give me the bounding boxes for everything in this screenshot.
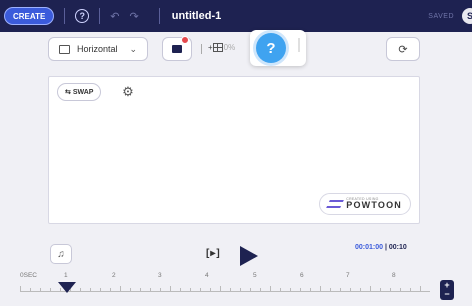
tick-label: 2 <box>112 272 116 279</box>
ruler-tick <box>320 286 321 291</box>
ruler-tick <box>150 288 151 291</box>
slide-canvas[interactable]: ⇆ SWAP ⚙ CREATED USING POWTOON <box>48 76 420 224</box>
help-popover: ? <box>250 30 306 66</box>
zoom-control[interactable]: + 0% <box>208 43 235 52</box>
total-time: 00:10 <box>388 244 407 251</box>
divider <box>298 38 300 52</box>
record-button[interactable] <box>162 36 192 61</box>
ruler-tick <box>170 286 171 291</box>
redo-icon[interactable]: ↷ <box>130 10 139 23</box>
ruler-tick <box>200 288 201 291</box>
ruler-tick <box>310 288 311 291</box>
ruler-tick <box>90 288 91 291</box>
notification-badge <box>181 36 189 44</box>
powtoon-logo-icon <box>326 200 345 208</box>
tick-label: 0SEC <box>20 272 37 279</box>
avatar[interactable]: S <box>462 8 472 24</box>
saved-status: SAVED <box>428 12 454 20</box>
ruler-tick <box>370 286 371 291</box>
ruler-tick <box>250 288 251 291</box>
ruler-tick <box>100 288 101 291</box>
ruler-tick <box>420 286 421 291</box>
top-bar: CREATE ? ↶ ↷ untitled-1 SAVED S <box>0 0 472 32</box>
divider <box>201 44 202 54</box>
ruler-tick <box>290 288 291 291</box>
timeline-zoom[interactable]: + − <box>440 280 454 300</box>
tick-label: 7 <box>346 272 350 279</box>
ruler-tick <box>190 288 191 291</box>
ruler-tick <box>350 288 351 291</box>
ruler-tick <box>300 288 301 291</box>
ruler-tick <box>50 288 51 291</box>
ruler-tick <box>260 288 261 291</box>
camera-icon <box>172 45 182 53</box>
tick-label: 5 <box>253 272 257 279</box>
ruler-tick <box>220 286 221 291</box>
tick-label: 1 <box>64 272 68 279</box>
player-controls: ♫ [▸] 00:01:00 | 00:10 <box>0 236 472 266</box>
divider <box>158 8 160 24</box>
divider <box>99 8 101 24</box>
powtoon-watermark: CREATED USING POWTOON <box>319 193 411 215</box>
ruler-tick <box>240 288 241 291</box>
document-title[interactable]: untitled-1 <box>172 10 222 22</box>
export-icon: ⟳ <box>398 43 408 56</box>
ruler-tick <box>140 288 141 291</box>
time-display: 00:01:00 | 00:10 <box>355 244 407 251</box>
ruler-tick <box>380 288 381 291</box>
undo-icon[interactable]: ↶ <box>110 10 119 23</box>
current-time: 00:01:00 <box>355 244 384 251</box>
ruler-tick <box>30 288 31 291</box>
ruler-tick <box>130 288 131 291</box>
orientation-value: Horizontal <box>77 44 118 54</box>
playhead[interactable] <box>58 282 76 293</box>
play-scene-button[interactable]: [▸] <box>206 248 221 259</box>
timeline-ruler[interactable] <box>20 284 430 292</box>
ruler-tick <box>280 288 281 291</box>
zoom-out-icon[interactable]: − <box>444 290 449 299</box>
swap-button[interactable]: ⇆ SWAP <box>57 83 102 101</box>
orientation-select[interactable]: Horizontal ⌄ <box>48 37 148 61</box>
grid-icon[interactable] <box>212 43 223 52</box>
ruler-tick <box>330 288 331 291</box>
ruler-tick <box>160 288 161 291</box>
swap-label: SWAP <box>72 88 94 96</box>
ruler-tick <box>120 286 121 291</box>
brand-name: POWTOON <box>346 200 402 211</box>
ruler-tick <box>110 288 111 291</box>
divider <box>64 8 66 24</box>
tick-label: 6 <box>300 272 304 279</box>
chevron-down-icon: ⌄ <box>129 43 137 54</box>
tick-label: 3 <box>158 272 162 279</box>
zoom-value: 0% <box>223 43 236 52</box>
ruler-tick <box>20 286 21 291</box>
ruler-tick <box>360 288 361 291</box>
help-icon[interactable]: ? <box>75 9 90 23</box>
screen-icon <box>59 44 70 54</box>
editor-toolbar: Horizontal ⌄ + 0% ? ⟳ <box>0 30 472 68</box>
play-icon[interactable] <box>240 246 258 266</box>
ruler-tick <box>270 286 271 291</box>
ruler-tick <box>210 288 211 291</box>
create-button[interactable]: CREATE <box>4 7 55 25</box>
music-icon[interactable]: ♫ <box>50 244 72 264</box>
timeline[interactable]: 0SEC 1 2 3 4 5 6 7 8 + − <box>0 266 472 306</box>
ruler-tick <box>180 288 181 291</box>
export-button[interactable]: ⟳ <box>386 37 420 61</box>
ruler-tick <box>340 288 341 291</box>
gear-icon[interactable]: ⚙ <box>119 83 137 101</box>
help-button[interactable]: ? <box>256 33 286 63</box>
tick-label: 8 <box>392 272 396 279</box>
tick-label: 4 <box>205 272 209 279</box>
swap-icon: ⇆ <box>65 89 73 96</box>
ruler-tick <box>390 288 391 291</box>
ruler-tick <box>230 288 231 291</box>
ruler-tick <box>40 288 41 291</box>
ruler-tick <box>410 288 411 291</box>
ruler-tick <box>80 288 81 291</box>
ruler-tick <box>400 288 401 291</box>
